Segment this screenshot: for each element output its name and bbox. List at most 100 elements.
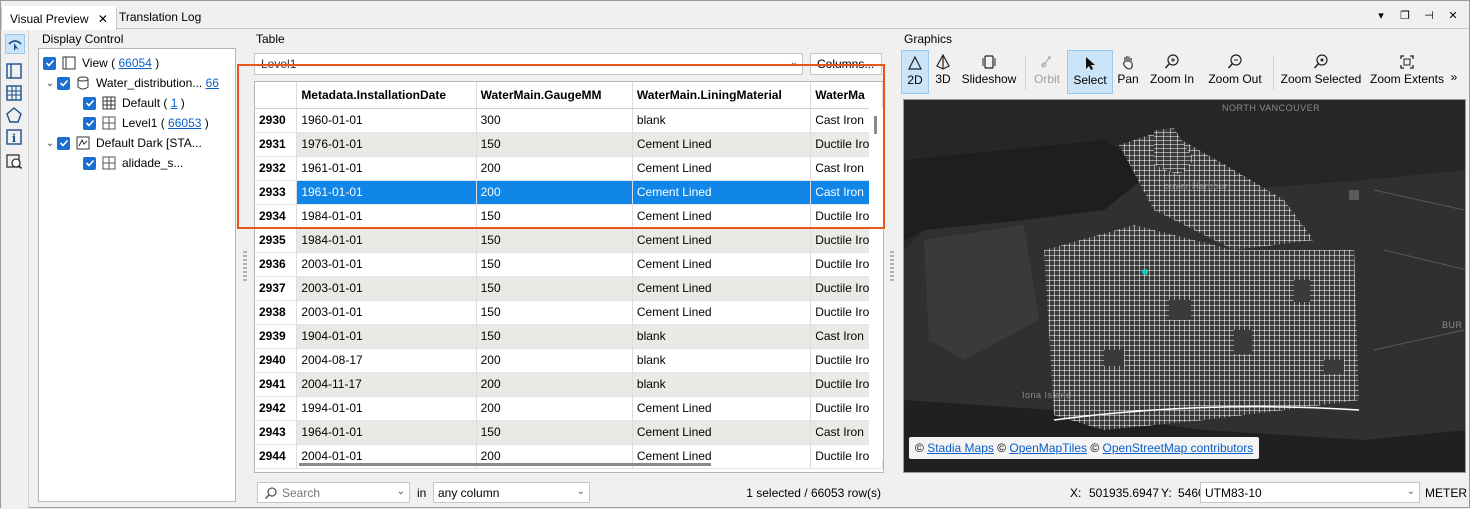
row-number[interactable]: 2944	[255, 444, 298, 469]
search-input[interactable]: Search ⌄	[257, 482, 410, 503]
table-cell[interactable]: Cement Lined	[632, 204, 812, 229]
tree-item-level1[interactable]: Level1 ( 66053 )	[83, 113, 209, 133]
more-tools-button[interactable]: »	[1447, 50, 1461, 94]
tree-item-view[interactable]: View ( 66054 )	[43, 53, 159, 73]
close-icon[interactable]: ✕	[1447, 9, 1459, 22]
tree-item-default[interactable]: Default ( 1 )	[83, 93, 185, 113]
column-header[interactable]: WaterMain.GaugeMM	[476, 82, 633, 109]
checkbox[interactable]	[57, 136, 70, 150]
table-cell[interactable]: 1976-01-01	[296, 132, 477, 157]
row-number[interactable]: 2932	[255, 156, 298, 181]
row-number[interactable]: 2943	[255, 420, 298, 445]
table-cell[interactable]: 1961-01-01	[296, 156, 477, 181]
feature-icon[interactable]	[5, 106, 25, 126]
float-icon[interactable]: ❐	[1399, 9, 1411, 22]
splitter-handle[interactable]	[890, 251, 894, 281]
table-row[interactable]: 2939 1904-01-01 150 blank Cast Iron	[255, 324, 883, 349]
table-cell[interactable]: Cement Lined	[632, 396, 812, 421]
search-column-select[interactable]: any column ⌄	[433, 482, 590, 503]
column-header[interactable]: WaterMain.LiningMaterial	[632, 82, 812, 109]
table-row[interactable]: 2935 1984-01-01 150 Cement Lined Ductile Iro	[255, 228, 883, 253]
table-cell[interactable]: 1961-01-01	[296, 180, 477, 205]
table-cell[interactable]: 150	[476, 252, 633, 277]
table-row[interactable]: 2942 1994-01-01 200 Cement Lined Ductile Iro	[255, 396, 883, 421]
table-cell[interactable]: Cement Lined	[632, 156, 812, 181]
table-row[interactable]: 2932 1961-01-01 200 Cement Lined Cast Iron	[255, 156, 883, 181]
row-number[interactable]: 2937	[255, 276, 298, 301]
table-cell[interactable]: 2004-11-17	[296, 372, 477, 397]
openmaptiles-link[interactable]: OpenMapTiles	[1009, 441, 1087, 455]
row-number[interactable]: 2931	[255, 132, 298, 157]
table-cell[interactable]: Cement Lined	[632, 252, 812, 277]
inspect-icon[interactable]	[5, 152, 25, 172]
zoom-selected-button[interactable]: Zoom Selected	[1279, 50, 1363, 94]
slideshow-button[interactable]: Slideshow	[959, 50, 1019, 94]
table-cell[interactable]: 150	[476, 276, 633, 301]
tree-item-water-distribution[interactable]: ⌄ Water_distribution... 66	[43, 73, 219, 93]
table-row[interactable]: 2937 2003-01-01 150 Cement Lined Ductile Iro	[255, 276, 883, 301]
view-3d-button[interactable]: 3D	[931, 50, 955, 94]
table-row[interactable]: 2936 2003-01-01 150 Cement Lined Ductile Iro	[255, 252, 883, 277]
checkbox[interactable]	[83, 96, 96, 110]
table-cell[interactable]: Cement Lined	[632, 228, 812, 253]
checkbox[interactable]	[43, 56, 56, 70]
display-control-icon[interactable]	[5, 34, 25, 54]
dropdown-icon[interactable]: ▾	[1375, 9, 1387, 22]
row-number[interactable]: 2935	[255, 228, 298, 253]
table-cell[interactable]: 200	[476, 396, 633, 421]
tab-visual-preview[interactable]: Visual Preview ✕	[1, 6, 117, 30]
table-cell[interactable]: 200	[476, 348, 633, 373]
zoom-out-button[interactable]: Zoom Out	[1205, 50, 1265, 94]
row-number[interactable]: 2936	[255, 252, 298, 277]
table-row[interactable]: 2943 1964-01-01 150 Cement Lined Cast Iron	[255, 420, 883, 445]
tab-translation-log[interactable]: Translation Log	[111, 6, 209, 29]
table-cell[interactable]: Cement Lined	[632, 420, 812, 445]
select-button[interactable]: Select	[1067, 50, 1113, 94]
table-cell[interactable]: 2003-01-01	[296, 300, 477, 325]
table-cell[interactable]: 1984-01-01	[296, 204, 477, 229]
table-cell[interactable]: 150	[476, 204, 633, 229]
row-number[interactable]: 2930	[255, 108, 298, 133]
table-cell[interactable]: 150	[476, 228, 633, 253]
table-cell[interactable]: Cement Lined	[632, 180, 812, 205]
scroll-thumb[interactable]	[299, 463, 711, 466]
count-link[interactable]: 66	[206, 76, 219, 90]
tree-item-alidade[interactable]: alidade_s...	[83, 153, 183, 173]
table-cell[interactable]: 1960-01-01	[296, 108, 477, 133]
table-cell[interactable]: 150	[476, 132, 633, 157]
table-cell[interactable]: 150	[476, 420, 633, 445]
table-cell[interactable]: 2003-01-01	[296, 252, 477, 277]
table-row[interactable]: 2940 2004-08-17 200 blank Ductile Iro	[255, 348, 883, 373]
table-row[interactable]: 2941 2004-11-17 200 blank Ductile Iro	[255, 372, 883, 397]
table-cell[interactable]: blank	[632, 372, 812, 397]
count-link[interactable]: 1	[171, 96, 178, 110]
table-row[interactable]: 2931 1976-01-01 150 Cement Lined Ductile Iro	[255, 132, 883, 157]
column-header[interactable]: WaterMa	[810, 82, 883, 109]
table-cell[interactable]: blank	[632, 348, 812, 373]
count-link[interactable]: 66053	[168, 116, 201, 130]
column-header[interactable]: Metadata.InstallationDate	[296, 82, 477, 109]
chevron-down-icon[interactable]: ⌄	[43, 78, 57, 89]
info-icon[interactable]: i	[5, 128, 25, 148]
tree-item-default-dark[interactable]: ⌄ Default Dark [STA...	[43, 133, 202, 153]
table-icon[interactable]	[5, 84, 25, 104]
row-number[interactable]: 2942	[255, 396, 298, 421]
stadia-link[interactable]: Stadia Maps	[927, 441, 994, 455]
checkbox[interactable]	[83, 156, 96, 170]
chevron-down-icon[interactable]: ⌄	[43, 138, 57, 149]
table-cell[interactable]: 1904-01-01	[296, 324, 477, 349]
zoom-in-button[interactable]: Zoom In	[1147, 50, 1197, 94]
row-number[interactable]: 2941	[255, 372, 298, 397]
table-cell[interactable]: 1994-01-01	[296, 396, 477, 421]
table-cell[interactable]: Cement Lined	[632, 132, 812, 157]
columns-button[interactable]: Columns...	[810, 53, 882, 75]
pin-icon[interactable]: ⊣	[1423, 9, 1435, 22]
table-row[interactable]: 2930 1960-01-01 300 blank Cast Iron	[255, 108, 883, 133]
splitter-handle[interactable]	[243, 251, 247, 281]
table-row[interactable]: 2933 1961-01-01 200 Cement Lined Cast Iron	[255, 180, 883, 205]
table-cell[interactable]: 1984-01-01	[296, 228, 477, 253]
panel-icon[interactable]	[5, 62, 25, 82]
table-cell[interactable]: 300	[476, 108, 633, 133]
table-cell[interactable]: Cement Lined	[632, 300, 812, 325]
pan-button[interactable]: Pan	[1115, 50, 1141, 94]
